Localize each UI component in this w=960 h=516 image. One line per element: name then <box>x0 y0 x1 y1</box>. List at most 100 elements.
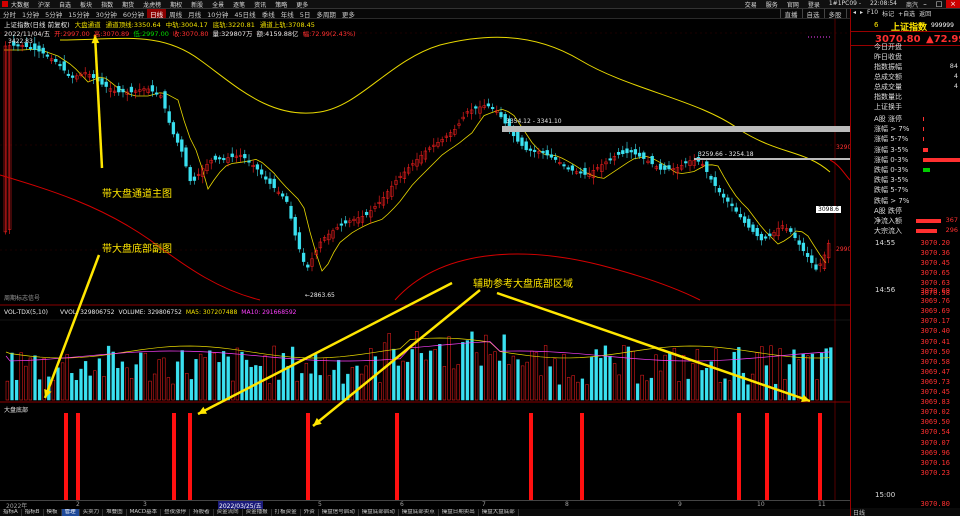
indicator-tab[interactable]: 堆叠图 <box>103 509 127 516</box>
menu-item[interactable]: 期货 <box>122 0 134 9</box>
candle-body <box>343 220 348 224</box>
menu-item[interactable]: 策略 <box>275 0 287 9</box>
indicator-tab[interactable]: 模板 <box>44 509 62 516</box>
menu-bar: 大数据 沪深 自选 板块 指数 期货 龙虎榜 期权 新股 全景 逐笔 资讯 策略 更多 交易 服务 官网 登录 1… <box>0 0 960 9</box>
candle-body <box>810 255 814 263</box>
candle-body <box>41 47 45 54</box>
menu-item[interactable]: 沪深 <box>38 0 50 9</box>
date-label: 8 <box>565 501 569 508</box>
volume-bar <box>355 365 359 401</box>
indicator-tab[interactable]: 操盘底部启动 <box>359 509 399 516</box>
volume-bar <box>65 354 69 401</box>
period-tab[interactable]: 15分钟 <box>65 9 92 19</box>
period-tab[interactable]: 30分钟 <box>93 9 120 19</box>
menu-item[interactable]: 龙虎榜 <box>143 0 161 9</box>
side-tool[interactable]: ▸ <box>858 9 865 19</box>
menu-item[interactable]: 板块 <box>80 0 92 9</box>
indicator-tab[interactable]: 持股者 <box>190 509 214 516</box>
candle-body <box>705 161 709 172</box>
menu-item[interactable]: 自选 <box>59 0 71 9</box>
period-tab[interactable]: 60分钟 <box>120 9 147 19</box>
volume-bar <box>796 359 801 401</box>
menu-right-item[interactable]: 官网 <box>787 0 799 9</box>
period-tab[interactable]: 45日线 <box>231 9 258 19</box>
indicator-tab[interactable]: 操盘信号启动 <box>319 509 359 516</box>
volume-bar <box>585 384 589 401</box>
indicator-tab[interactable]: 操盘底部卖点 <box>399 509 439 516</box>
period-tab[interactable]: 10分钟 <box>204 9 231 19</box>
menu-right-item[interactable]: 1#1PC09 - <box>829 0 861 8</box>
close-button[interactable]: × <box>946 0 960 8</box>
menu-right-item[interactable]: 交易 <box>745 0 757 9</box>
side-tool[interactable]: +自选 <box>896 9 917 19</box>
period-tool[interactable]: 自选 <box>801 9 824 18</box>
side-tool[interactable]: 返回 <box>917 9 933 19</box>
menu-item[interactable]: 更多 <box>296 0 308 9</box>
menu-item[interactable]: 新股 <box>191 0 203 9</box>
prev-index-number[interactable]: 6 <box>874 21 878 29</box>
period-tab[interactable]: 更多 <box>339 9 358 19</box>
period-tab[interactable]: 年线 <box>278 9 297 19</box>
period-toolbar: 分时 1分钟 5分钟 15分钟 30分钟 60分钟 日线 周线 月线 10分钟 45日线 季线 年线 5日… <box>0 9 960 19</box>
menu-item[interactable]: 资讯 <box>254 0 266 9</box>
menu-item[interactable]: 全景 <box>212 0 224 9</box>
menu-right-item[interactable]: 服务 <box>766 0 778 9</box>
maximize-button[interactable]: □ <box>932 0 946 8</box>
period-tab[interactable]: 1分钟 <box>19 9 42 19</box>
indicator-tab[interactable]: 买卖力 <box>80 509 104 516</box>
side-tool[interactable]: 标记 <box>880 9 896 19</box>
tick-price: 3070.20 <box>920 239 950 247</box>
distribution-label: A股 跌停 <box>874 206 903 215</box>
indicator-tab[interactable]: 操盘日期卖出 <box>439 509 479 516</box>
indicator-tab[interactable]: 资金播报 <box>243 509 272 516</box>
candle-body <box>180 139 184 152</box>
kline-chart[interactable] <box>0 19 850 500</box>
indicator-tab[interactable]: MACD基本 <box>127 509 162 516</box>
indicator-tab[interactable]: 管理 <box>61 509 80 516</box>
period-tab[interactable]: 日线 <box>147 9 167 18</box>
volume-bar <box>24 365 28 401</box>
menu-right-item[interactable]: 商汽 <box>906 0 918 9</box>
period-tab[interactable]: 多周期 <box>313 9 339 19</box>
menu-item[interactable]: 逐笔 <box>233 0 245 9</box>
indicator-tab[interactable]: 操盘大盘底部 <box>479 509 519 516</box>
indicator-tab[interactable]: 指标B <box>22 509 44 516</box>
side-footer-label[interactable]: 日线 <box>853 508 865 516</box>
distribution-label: 涨幅 5-7% <box>874 135 909 144</box>
menu-right-item[interactable]: 22:08:54 <box>870 0 897 8</box>
period-tab[interactable]: 季线 <box>259 9 278 19</box>
menu-item[interactable]: 大数据 <box>11 0 29 9</box>
distribution-label: 跌幅 5-7% <box>874 186 909 195</box>
indicator-tab[interactable]: 外资 <box>301 509 319 516</box>
date-label: 11 <box>818 501 826 508</box>
period-tool[interactable]: 多股 <box>823 9 846 18</box>
period-tab[interactable]: 周线 <box>166 9 185 19</box>
info-item: 低:2997.00 <box>133 30 169 38</box>
date-label: 5 <box>318 501 322 508</box>
period-tab[interactable]: 月线 <box>185 9 204 19</box>
menu-item[interactable]: 指数 <box>101 0 113 9</box>
volume-bar <box>217 362 221 401</box>
menu-right-item[interactable]: 登录 <box>808 0 820 9</box>
side-tool[interactable]: ◂ <box>851 9 858 19</box>
period-tab[interactable]: 5日 <box>297 9 314 19</box>
volume-bar <box>451 368 456 401</box>
indicator-tab[interactable]: 资金流向 <box>214 509 243 516</box>
period-tool[interactable]: 直播 <box>779 9 802 18</box>
stat-label: 昨日收盘 <box>874 53 902 61</box>
period-tab[interactable]: 5分钟 <box>42 9 65 19</box>
period-tab[interactable]: 分时 <box>0 9 19 19</box>
candle-body <box>364 211 369 216</box>
candle-body <box>293 217 297 236</box>
indicator-tab[interactable]: 指标A <box>0 509 22 516</box>
minimize-button[interactable]: – <box>918 0 932 8</box>
volume-bar <box>507 364 511 401</box>
bottom-signal-bar <box>529 413 533 500</box>
candle-body <box>91 74 96 79</box>
menu-item[interactable]: 期权 <box>170 0 182 9</box>
volume-bar <box>755 352 759 401</box>
distribution-bar <box>923 137 925 142</box>
side-tool[interactable]: F10 <box>865 9 880 19</box>
indicator-tab[interactable]: 打板资金 <box>272 509 301 516</box>
indicator-tab[interactable]: 昼夜涨停 <box>161 509 191 516</box>
